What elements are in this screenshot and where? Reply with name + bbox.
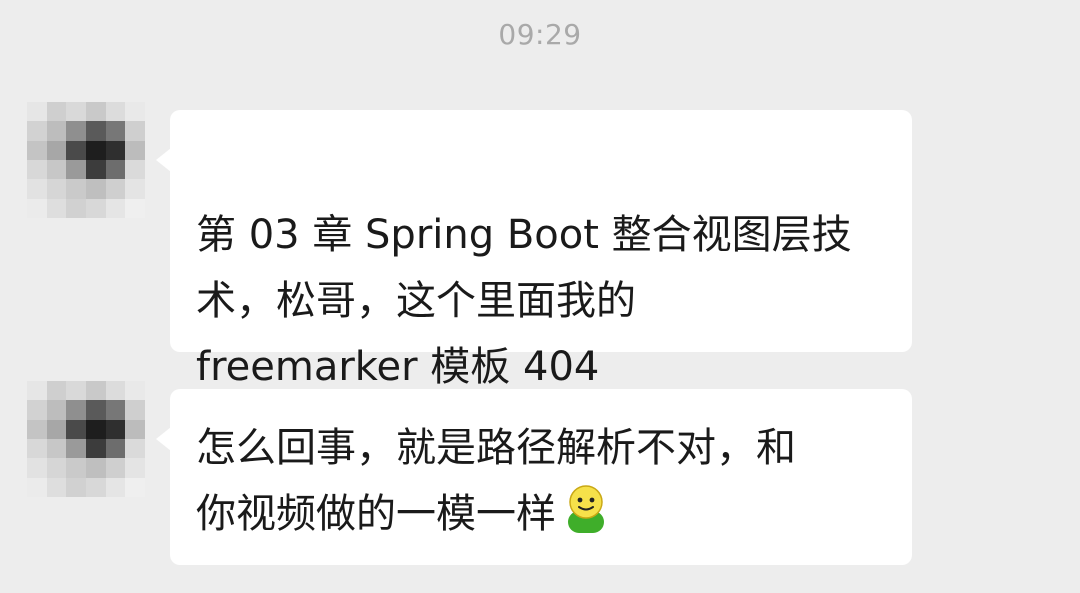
message-bubble[interactable]: 第 03 章 Spring Boot 整合视图层技 术，松哥，这个里面我的 fr… xyxy=(156,110,912,390)
message-timestamp: 09:29 xyxy=(498,18,582,51)
message-text: 怎么回事，就是路径解析不对，和 你视频做的一模一样 xyxy=(196,425,796,537)
message-text: 第 03 章 Spring Boot 整合视图层技 术，松哥，这个里面我的 fr… xyxy=(196,212,852,390)
avatar[interactable] xyxy=(27,102,145,218)
smiling-person-emoji-icon xyxy=(560,483,612,555)
message-bubble[interactable]: 怎么回事，就是路径解析不对，和 你视频做的一模一样 xyxy=(156,389,912,565)
avatar[interactable] xyxy=(27,381,145,497)
chat-conversation: 09:29 第 03 章 Spring Boot 整合视图层技 术，松哥，这个里… xyxy=(0,0,1080,593)
